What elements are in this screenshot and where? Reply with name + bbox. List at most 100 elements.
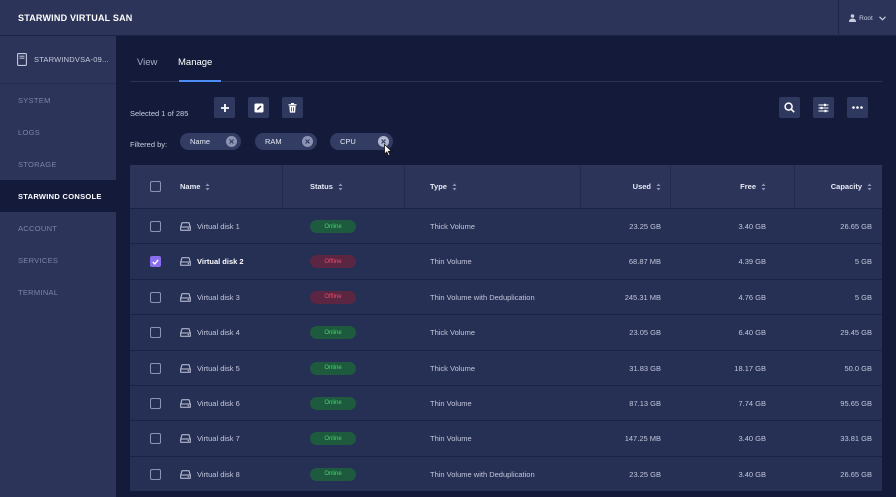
table-row[interactable]: Virtual disk 1 Online Thick Volume 23.25… — [130, 208, 882, 244]
table-row[interactable]: Virtual disk 7 Online Thin Volume 147.25… — [130, 420, 882, 456]
table-row[interactable]: Virtual disk 5 Online Thick Volume 31.83… — [130, 349, 882, 386]
type-cell: Thick Volume — [430, 328, 476, 338]
status-badge: Offline — [310, 255, 356, 269]
table-row[interactable]: Virtual disk 6 Online Thin Volume 87.13 … — [130, 384, 882, 421]
column-header-name[interactable]: Name — [180, 165, 210, 208]
sort-icon — [656, 183, 661, 191]
row-checkbox[interactable] — [150, 256, 161, 268]
table-row[interactable]: Virtual disk 8 Online Thin Volume with D… — [130, 455, 882, 492]
column-header-label: Name — [180, 182, 201, 191]
status-cell: Online — [310, 421, 356, 456]
sidebar-item-terminal[interactable]: TERMINAL — [0, 276, 116, 308]
type-cell: Thin Volume with Deduplication — [430, 469, 535, 479]
close-icon[interactable] — [226, 136, 237, 147]
disk-name: Virtual disk 7 — [197, 434, 240, 444]
free-cell: 3.40 GB — [738, 469, 766, 479]
column-header-free[interactable]: Free — [740, 165, 766, 208]
status-badge: Online — [310, 467, 356, 481]
type-cell: Thin Volume — [430, 257, 472, 267]
free-cell: 7.74 GB — [738, 398, 766, 408]
disk-name: Virtual disk 3 — [197, 292, 240, 302]
capacity-cell: 26.65 GB — [840, 222, 872, 231]
free-cell: 3.40 GB — [738, 222, 766, 231]
search-button[interactable] — [779, 97, 800, 118]
sidebar-item-account[interactable]: ACCOUNT — [0, 212, 116, 244]
column-header-used[interactable]: Used — [633, 165, 661, 208]
select-all-checkbox[interactable] — [150, 181, 161, 192]
filter-label: Filtered by: — [130, 140, 168, 149]
tab-view[interactable]: View — [137, 57, 157, 68]
used-cell: 23.25 GB — [629, 469, 661, 479]
row-checkbox[interactable] — [150, 362, 161, 374]
column-header-label: Capacity — [830, 182, 862, 191]
row-checkbox[interactable] — [150, 327, 161, 339]
used-cell: 245.31 MB — [624, 292, 661, 302]
column-header-capacity[interactable]: Capacity — [831, 165, 872, 208]
table-row[interactable]: Virtual disk 3 Offline Thin Volume with … — [130, 278, 882, 315]
sort-icon — [761, 183, 766, 191]
sidebar-item-starwind-console[interactable]: STARWIND CONSOLE — [0, 180, 116, 212]
row-select-cell — [150, 386, 161, 421]
tab-manage[interactable]: Manage — [178, 57, 212, 68]
disk-name: Virtual disk 4 — [197, 328, 240, 338]
filter-chip-label: RAM — [265, 137, 282, 146]
status-badge: Online — [310, 220, 356, 233]
disk-icon — [180, 328, 191, 337]
selection-count: Selected 1 of 285 — [130, 109, 189, 118]
row-checkbox[interactable] — [150, 468, 161, 480]
status-cell: Online — [310, 209, 356, 244]
sort-icon — [205, 183, 210, 191]
status-badge: Online — [310, 326, 356, 340]
filter-chip-name[interactable]: Name — [180, 133, 241, 150]
status-badge: Online — [310, 432, 356, 446]
search-icon — [784, 102, 795, 113]
disk-icon — [180, 363, 191, 373]
node-selector[interactable]: STARWINDVSA-09... — [0, 36, 116, 84]
more-button[interactable] — [847, 97, 868, 118]
disk-icon — [180, 222, 191, 231]
row-select-cell — [150, 457, 161, 492]
trash-icon — [288, 102, 297, 113]
disk-name-cell: Virtual disk 4 — [180, 315, 240, 350]
user-menu[interactable]: Root — [838, 0, 896, 36]
row-checkbox[interactable] — [150, 291, 161, 303]
column-header-status[interactable]: Status — [310, 165, 343, 208]
sidebar-item-system[interactable]: SYSTEM — [0, 84, 116, 116]
cursor-icon — [384, 143, 393, 162]
check-icon — [152, 259, 159, 265]
disk-name: Virtual disk 5 — [197, 363, 240, 373]
row-checkbox[interactable] — [150, 397, 161, 409]
row-checkbox[interactable] — [150, 221, 161, 232]
capacity-cell: 5 GB — [854, 257, 872, 267]
used-cell: 23.05 GB — [629, 328, 661, 338]
sort-icon — [452, 183, 457, 191]
type-cell: Thin Volume with Deduplication — [430, 292, 535, 302]
column-header-type[interactable]: Type — [430, 165, 457, 208]
row-checkbox[interactable] — [150, 433, 161, 445]
close-icon[interactable] — [302, 136, 313, 147]
sidebar-item-storage[interactable]: STORAGE — [0, 148, 116, 180]
column-header-label: Used — [632, 182, 651, 191]
status-cell: Online — [310, 351, 356, 386]
disk-icon — [180, 399, 191, 408]
disk-name-cell: Virtual disk 5 — [180, 351, 240, 386]
more-icon — [852, 106, 863, 109]
sidebar-item-logs[interactable]: LOGS — [0, 116, 116, 148]
column-header-label: Type — [430, 182, 447, 191]
column-divider — [580, 165, 581, 208]
disk-name-cell: Virtual disk 7 — [180, 421, 240, 456]
delete-button[interactable] — [282, 97, 303, 118]
disk-name-cell: Virtual disk 3 — [180, 280, 240, 315]
status-cell: Offline — [310, 244, 356, 279]
active-tab-indicator — [179, 80, 221, 82]
user-name: Root — [859, 14, 873, 22]
edit-button[interactable] — [248, 97, 269, 118]
sort-icon — [338, 183, 343, 191]
used-cell: 31.83 GB — [629, 363, 661, 373]
add-button[interactable] — [214, 97, 235, 118]
filter-chip-ram[interactable]: RAM — [255, 133, 317, 150]
sidebar-item-services[interactable]: SERVICES — [0, 244, 116, 276]
table-row[interactable]: Virtual disk 4 Online Thick Volume 23.05… — [130, 314, 882, 350]
table-row[interactable]: Virtual disk 2 Offline Thin Volume 68.87… — [130, 243, 882, 279]
filter-settings-button[interactable] — [813, 97, 834, 118]
